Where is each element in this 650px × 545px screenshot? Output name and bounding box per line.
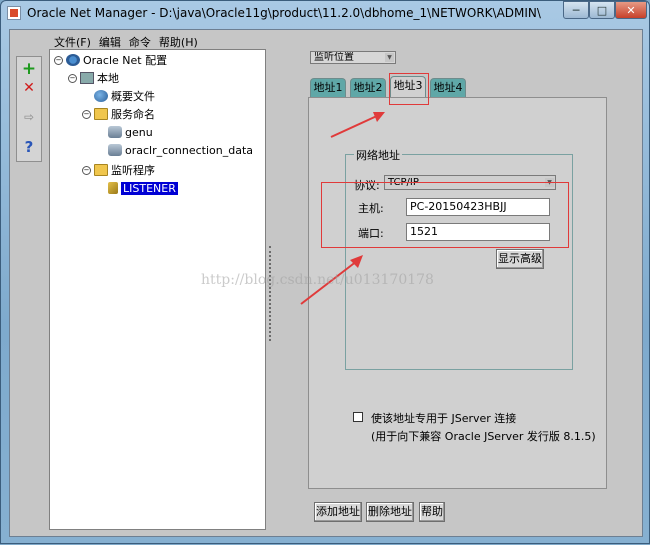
watermark: http://blog.csdn.net/u013170178 — [201, 272, 434, 288]
annotation-arrow-line — [330, 114, 380, 138]
app-window: Oracle Net Manager - D:\java\Oracle11g\p… — [0, 0, 650, 544]
